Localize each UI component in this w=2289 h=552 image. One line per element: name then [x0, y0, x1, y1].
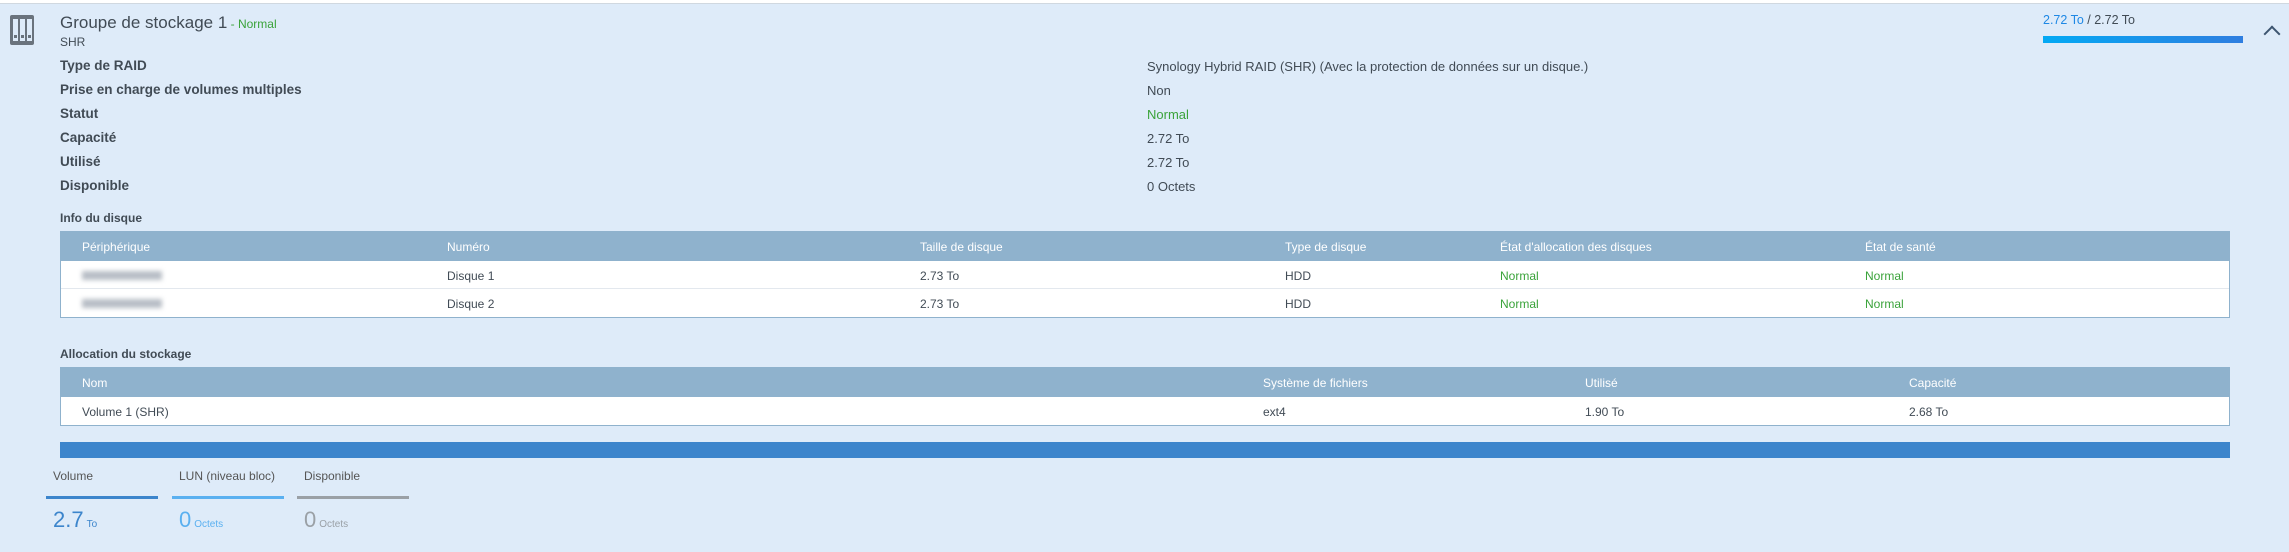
- table-header: Périphérique Numéro Taille de disque Type d…: [61, 232, 2229, 261]
- table-row[interactable]: Disque 1 2.73 To HDD Normal Normal: [61, 261, 2229, 289]
- legend-line: [172, 496, 284, 499]
- detail-label: Capacité: [60, 130, 117, 145]
- table-header: Nom Système de fichiers Utilisé Capacité: [61, 368, 2229, 397]
- table-cell: Disque 2: [447, 297, 495, 311]
- column-header[interactable]: État d'allocation des disques: [1500, 240, 1652, 254]
- table-cell: Normal: [1500, 297, 1539, 311]
- allocation-table: Nom Système de fichiers Utilisé Capacité Vol…: [60, 367, 2230, 426]
- detail-label: Disponible: [60, 178, 130, 193]
- table-row[interactable]: Volume 1 (SHR) ext4 1.90 To 2.68 To: [61, 397, 2229, 425]
- separator: -: [227, 17, 238, 31]
- disk-info-title: Info du disque: [60, 211, 142, 225]
- detail-value: 2.72 To: [1147, 155, 1190, 170]
- table-cell: Normal: [1865, 297, 1904, 311]
- detail-label: Statut: [60, 106, 99, 121]
- pool-status: Normal: [237, 17, 277, 31]
- detail-value: 2.72 To: [1147, 131, 1190, 146]
- detail-value: Synology Hybrid RAID (SHR) (Avec la prot…: [1147, 59, 1589, 74]
- table-cell: Normal: [1865, 269, 1904, 283]
- usage-total: 2.72 To: [2094, 13, 2135, 27]
- legend-unit: To: [86, 519, 98, 530]
- legend-unit: Octets: [319, 519, 349, 530]
- detail-value: Non: [1147, 83, 1171, 98]
- legend-number: 2.7: [53, 507, 84, 532]
- column-header[interactable]: Utilisé: [1585, 376, 1618, 390]
- legend-number: 0: [179, 507, 192, 532]
- usage-used: 2.72 To: [2043, 13, 2084, 27]
- column-header[interactable]: État de santé: [1865, 240, 1936, 254]
- redacted-device-name: [82, 299, 162, 308]
- column-header[interactable]: Système de fichiers: [1263, 376, 1368, 390]
- detail-label: Utilisé: [60, 154, 101, 169]
- legend-line: [46, 496, 158, 499]
- table-cell: 2.68 To: [1909, 405, 1949, 419]
- column-header[interactable]: Taille de disque: [920, 240, 1003, 254]
- disk-info-table: Périphérique Numéro Taille de disque Type d…: [60, 231, 2230, 318]
- redacted-device-name: [82, 271, 162, 280]
- detail-value: Normal: [1147, 107, 1189, 122]
- table-cell: Disque 1: [447, 269, 495, 283]
- pool-name: Groupe de stockage 1: [60, 13, 228, 32]
- column-header[interactable]: Capacité: [1909, 376, 1956, 390]
- pool-usage-text: 2.72 To / 2.72 To: [2043, 13, 2135, 27]
- table-cell: 1.90 To: [1585, 405, 1625, 419]
- detail-label: Type de RAID: [60, 58, 147, 73]
- pool-raid-type: SHR: [60, 35, 86, 49]
- table-cell: [82, 297, 162, 311]
- legend-value: 2.7 To: [53, 507, 97, 533]
- table-cell: [82, 269, 162, 283]
- table-cell: ext4: [1263, 405, 1286, 419]
- allocation-title: Allocation du stockage: [60, 347, 192, 361]
- table-cell: Normal: [1500, 269, 1539, 283]
- pool-title: Groupe de stockage 1 - Normal: [60, 13, 277, 33]
- legend-value: 0 Octets: [304, 507, 348, 533]
- table-cell: 2.73 To: [920, 297, 960, 311]
- storage-pool-icon: [10, 15, 34, 45]
- column-header[interactable]: Numéro: [447, 240, 490, 254]
- chevron-up-icon[interactable]: [2263, 25, 2281, 43]
- storage-pool-panel: Groupe de stockage 1 - Normal SHR 2.72 T…: [0, 3, 2289, 552]
- table-row[interactable]: Disque 2 2.73 To HDD Normal Normal: [61, 289, 2229, 317]
- legend-line: [297, 496, 409, 499]
- allocation-bar: [60, 442, 2230, 458]
- legend-number: 0: [304, 507, 317, 532]
- legend-value: 0 Octets: [179, 507, 223, 533]
- table-cell: HDD: [1285, 269, 1311, 283]
- usage-sep: /: [2083, 13, 2095, 27]
- column-header[interactable]: Périphérique: [82, 240, 150, 254]
- detail-value: 0 Octets: [1147, 179, 1196, 194]
- legend-unit: Octets: [194, 519, 224, 530]
- column-header[interactable]: Nom: [82, 376, 107, 390]
- table-cell: HDD: [1285, 297, 1311, 311]
- table-cell: 2.73 To: [920, 269, 960, 283]
- table-cell: Volume 1 (SHR): [82, 405, 169, 419]
- column-header[interactable]: Type de disque: [1285, 240, 1366, 254]
- legend-label: Disponible: [304, 469, 361, 483]
- legend-label: LUN (niveau bloc): [179, 469, 276, 483]
- legend-label: Volume: [53, 469, 94, 483]
- detail-label: Prise en charge de volumes multiples: [60, 82, 302, 97]
- usage-bar: [2043, 36, 2243, 43]
